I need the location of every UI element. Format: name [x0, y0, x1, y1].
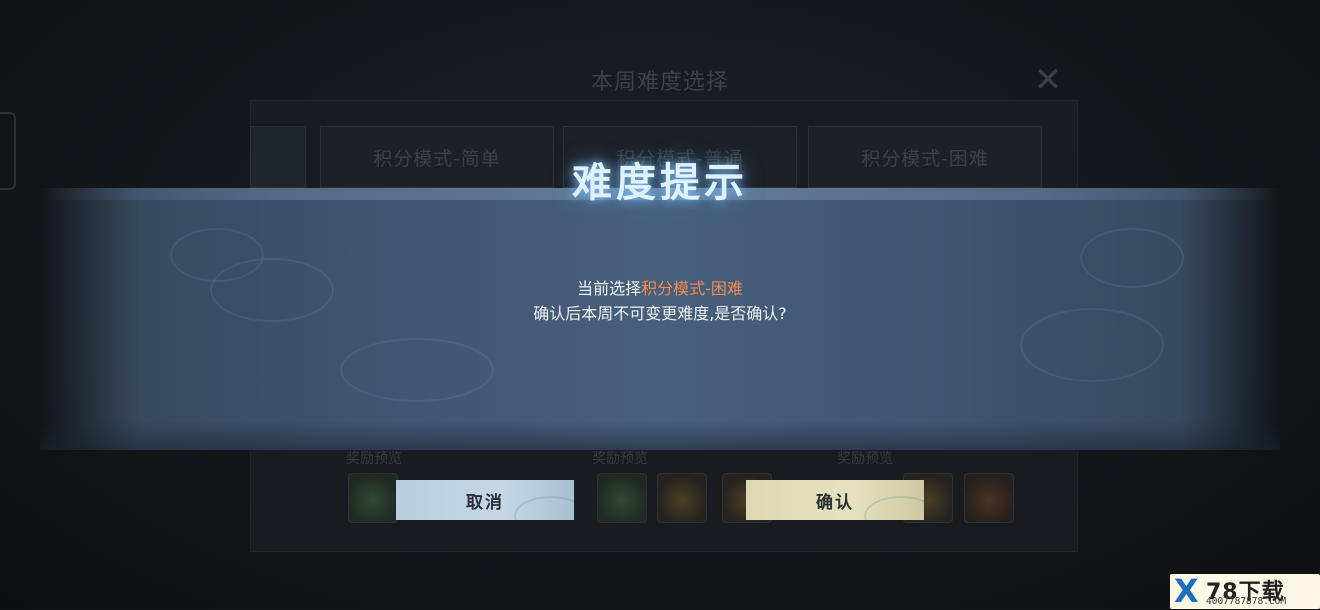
reward-exp-icon [597, 473, 647, 523]
cloud-decoration [1020, 308, 1164, 382]
watermark: X 78下载 4007787878.COM [1170, 574, 1320, 609]
dialog-message-line1: 当前选择积分模式-困难 [360, 275, 960, 299]
preview-label-normal: 奖励预览 [592, 451, 648, 467]
button-swirl-decoration [864, 496, 924, 520]
reward-exp-icon [348, 473, 398, 523]
reward-coin-icon [657, 473, 707, 523]
background-title: 本周难度选择 [590, 70, 729, 95]
cloud-decoration [1080, 228, 1184, 288]
close-icon: ✕ [1033, 60, 1063, 100]
dialog-title: 难度提示 [572, 159, 748, 206]
preview-label-easy: 奖励预览 [346, 451, 402, 467]
cloud-decoration [210, 258, 334, 322]
cancel-button-label: 取消 [466, 492, 504, 513]
watermark-logo-icon: X [1174, 572, 1199, 610]
button-swirl-decoration [514, 496, 574, 520]
confirm-button[interactable]: 确认 [746, 480, 924, 520]
message-prefix: 当前选择 [577, 279, 642, 298]
selected-difficulty: 积分模式-困难 [641, 279, 743, 298]
cloud-decoration [340, 338, 494, 402]
watermark-url: 4007787878.COM [1206, 596, 1287, 607]
cancel-button[interactable]: 取消 [396, 480, 574, 520]
tab-hard: 积分模式-困难 [808, 126, 1042, 188]
reward-character-icon [964, 473, 1014, 523]
background-tab-partial [250, 126, 306, 188]
confirm-button-label: 确认 [816, 492, 854, 513]
preview-label-hard: 奖励预览 [837, 451, 893, 467]
dialog-message-line2: 确认后本周不可变更难度,是否确认? [533, 304, 787, 323]
side-frame-decoration [0, 112, 16, 190]
